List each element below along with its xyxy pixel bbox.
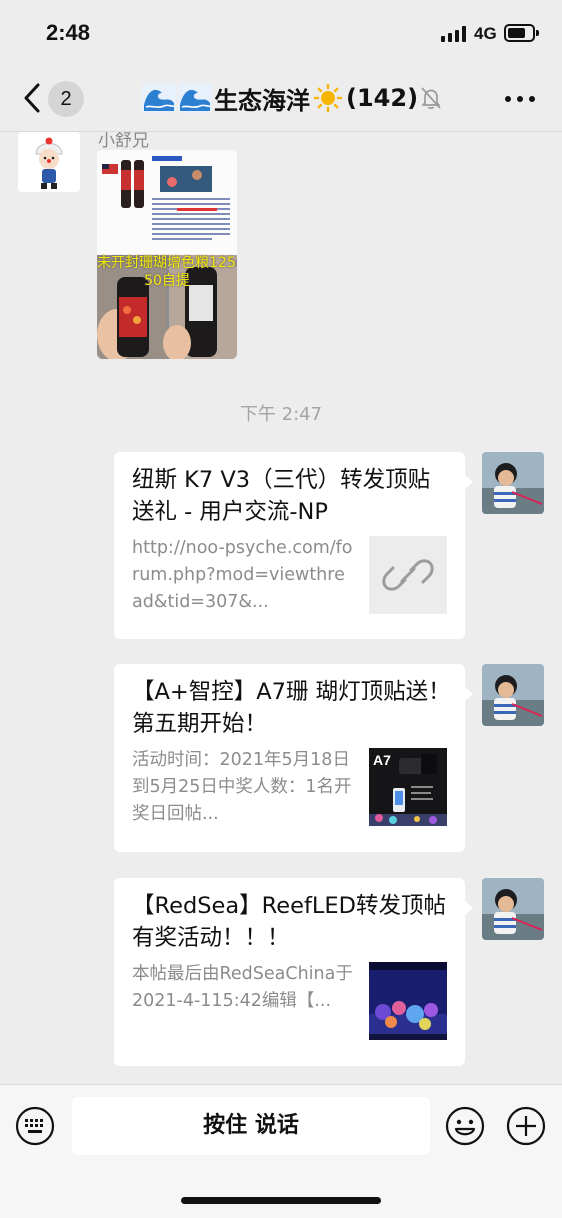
chat-header: 2 生态海洋 (142) bbox=[0, 64, 562, 132]
battery-icon bbox=[504, 24, 539, 42]
back-button[interactable] bbox=[20, 81, 50, 115]
link-card[interactable]: 【RedSea】ReefLED转发顶帖有奖活动！！！ 本帖最后由RedSeaCh… bbox=[114, 878, 473, 1066]
card-thumbnail: A7 bbox=[369, 748, 447, 826]
member-count: (142) bbox=[346, 84, 419, 112]
card-thumbnail bbox=[369, 962, 447, 1040]
plus-icon[interactable] bbox=[506, 1106, 546, 1146]
sender-avatar[interactable] bbox=[18, 132, 80, 192]
link-card[interactable]: 【A+智控】A7珊 瑚灯顶贴送！第五期开始！ 活动时间：2021年5月18日到5… bbox=[114, 664, 473, 852]
reef-tank-photo bbox=[369, 962, 447, 1040]
card-description: 本帖最后由RedSeaChina于2021-4-115:42编辑【... bbox=[132, 964, 353, 1011]
wave-icon bbox=[142, 83, 176, 113]
chevron-left-icon bbox=[24, 83, 40, 113]
child-avatar-icon bbox=[482, 664, 544, 726]
mute-bell-icon bbox=[421, 87, 441, 109]
sender-name: 小舒兄 bbox=[98, 132, 149, 151]
my-avatar[interactable] bbox=[482, 878, 544, 940]
emoji-icon[interactable] bbox=[445, 1106, 485, 1146]
chat-message-list[interactable]: 小舒兄 未开封珊瑚增色粮125 50自提 下午 2:47 纽斯 K7 V3（三代… bbox=[0, 132, 562, 1084]
status-time: 2:48 bbox=[46, 20, 91, 45]
clown-avatar-icon bbox=[18, 132, 80, 192]
image-message[interactable]: 未开封珊瑚增色粮125ml 50自提 bbox=[97, 150, 237, 359]
image-caption: 未开封珊瑚增色粮125ml 50自提 bbox=[97, 255, 237, 289]
my-avatar[interactable] bbox=[482, 452, 544, 514]
wave-icon bbox=[178, 83, 212, 113]
hold-to-talk-button[interactable]: 按住 说话 bbox=[72, 1097, 430, 1155]
group-name: 生态海洋 bbox=[214, 86, 310, 115]
status-bar: 2:48 4G bbox=[0, 0, 562, 64]
child-avatar-icon bbox=[482, 878, 544, 940]
link-icon bbox=[382, 559, 434, 591]
card-title: 【A+智控】A7珊 瑚灯顶贴送！第五期开始！ bbox=[132, 679, 451, 737]
keyboard-icon[interactable] bbox=[15, 1106, 55, 1146]
signal-icon bbox=[441, 26, 467, 42]
product-flyer-image bbox=[97, 150, 237, 255]
thumb-label: A7 bbox=[373, 752, 391, 768]
child-avatar-icon bbox=[482, 452, 544, 514]
message-timestamp: 下午 2:47 bbox=[239, 404, 323, 425]
link-card[interactable]: 纽斯 K7 V3（三代）转发顶贴送礼 - 用户交流-NP http://noo-… bbox=[114, 452, 473, 639]
card-description: http://noo-psyche.com/forum.php?mod=view… bbox=[132, 538, 353, 612]
card-title: 【RedSea】ReefLED转发顶帖有奖活动！！！ bbox=[132, 893, 446, 951]
card-description: 活动时间：2021年5月18日到5月25日中奖人数：1名开奖日回帖... bbox=[132, 750, 352, 824]
card-title: 纽斯 K7 V3（三代）转发顶贴送礼 - 用户交流-NP bbox=[132, 467, 431, 525]
my-avatar[interactable] bbox=[482, 664, 544, 726]
sun-icon bbox=[314, 84, 342, 112]
network-type: 4G bbox=[474, 24, 497, 43]
card-thumbnail bbox=[369, 536, 447, 614]
home-indicator[interactable] bbox=[181, 1197, 381, 1204]
unread-count-badge[interactable]: 2 bbox=[48, 81, 84, 117]
more-icon[interactable] bbox=[505, 96, 535, 102]
chat-title[interactable]: 生态海洋 (142) bbox=[142, 80, 418, 116]
